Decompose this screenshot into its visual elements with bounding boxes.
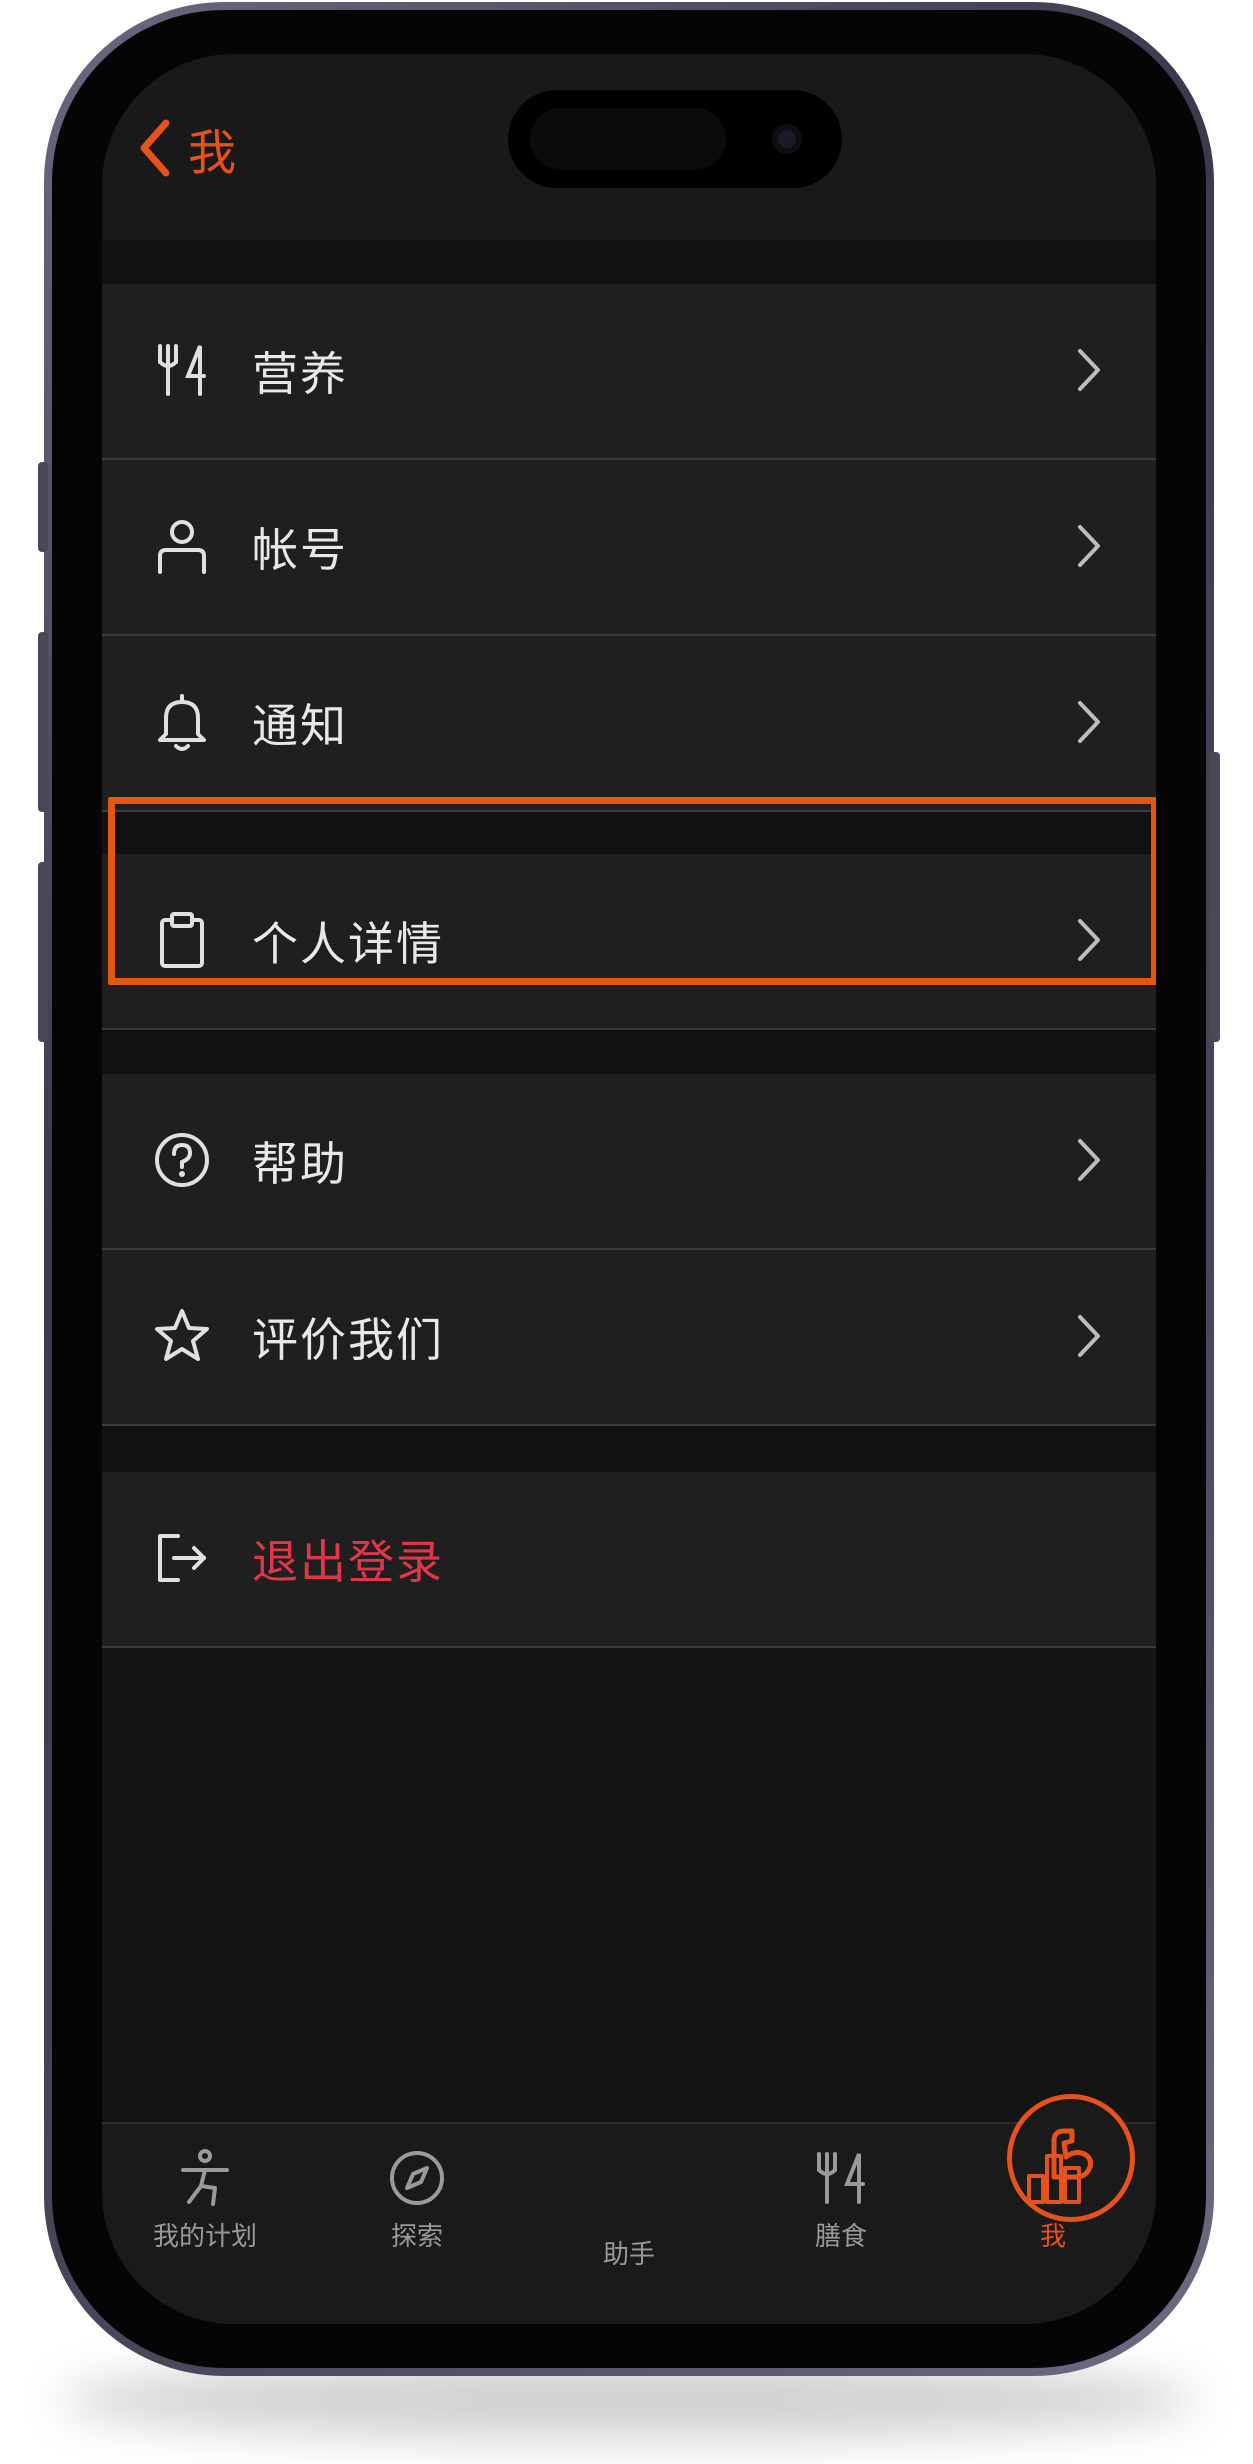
- chevron-right-icon: [1078, 701, 1100, 743]
- tab-label: 膳食: [814, 2222, 867, 2252]
- tab-meals[interactable]: 膳食: [756, 2148, 926, 2253]
- bell-icon: [158, 694, 206, 751]
- tab-label: 探索: [390, 2222, 443, 2252]
- logout-label: 退出登录: [252, 1535, 444, 1589]
- compass-icon: [390, 2151, 444, 2205]
- workout-figure-icon: [181, 2149, 229, 2206]
- chevron-right-icon: [1078, 349, 1100, 391]
- menu-item-account[interactable]: 帐号: [102, 460, 1156, 636]
- highlight-box: [108, 797, 1156, 985]
- logout-icon: [158, 1534, 206, 1582]
- tab-bar: 我的计划 探索 助手 膳食 我: [102, 2094, 1156, 2324]
- power-button: [1210, 752, 1220, 1042]
- back-button[interactable]: 我: [138, 108, 236, 188]
- tab-explore[interactable]: 探索: [332, 2148, 502, 2253]
- chevron-right-icon: [1078, 525, 1100, 567]
- section-gap: [102, 240, 1156, 284]
- back-label: 我: [188, 125, 237, 181]
- tab-assistant[interactable]: 助手: [544, 2094, 1135, 2271]
- menu-item-help[interactable]: 帮助: [102, 1074, 1156, 1250]
- mute-switch: [38, 462, 48, 552]
- chevron-right-icon: [1078, 1315, 1100, 1357]
- menu-item-label: 帮助: [252, 1137, 348, 1191]
- menu-item-logout[interactable]: 退出登录: [102, 1472, 1156, 1648]
- bar-chart-icon: [1027, 2154, 1081, 2204]
- phone-frame: 我 营养 帐号 通知 个人详情 帮助 评价我们 退出登录 我的计划 探索 助手 …: [38, 2, 1220, 2376]
- section-gap: [102, 1426, 1156, 1472]
- chevron-left-icon: [140, 119, 170, 177]
- menu-item-rate-us[interactable]: 评价我们: [102, 1250, 1156, 1426]
- tab-label: 助手: [602, 2240, 655, 2270]
- tab-my-plan[interactable]: 我的计划: [120, 2148, 290, 2253]
- tab-label: 我的计划: [152, 2222, 257, 2252]
- volume-up-button: [38, 632, 48, 812]
- star-icon: [155, 1309, 209, 1361]
- fork-knife-icon: [158, 344, 206, 396]
- volume-down-button: [38, 862, 48, 1042]
- fork-knife-icon: [817, 2152, 865, 2204]
- chevron-right-icon: [1078, 1139, 1100, 1181]
- menu-item-label: 营养: [252, 347, 348, 401]
- menu-item-label: 评价我们: [252, 1313, 444, 1367]
- menu-item-label: 帐号: [252, 523, 348, 577]
- person-icon: [158, 520, 206, 574]
- tab-label: 我: [1039, 2222, 1066, 2252]
- question-circle-icon: [155, 1133, 209, 1187]
- menu-item-nutrition[interactable]: 营养: [102, 284, 1156, 460]
- menu-item-label: 通知: [252, 699, 348, 753]
- bezel: 我 营养 帐号 通知 个人详情 帮助 评价我们 退出登录 我的计划 探索 助手 …: [52, 10, 1206, 2368]
- section-gap: [102, 1030, 1156, 1074]
- menu-item-notifications[interactable]: 通知: [102, 636, 1156, 812]
- dynamic-island: [508, 90, 842, 188]
- screen: 我 营养 帐号 通知 个人详情 帮助 评价我们 退出登录 我的计划 探索 助手 …: [102, 54, 1156, 2324]
- tab-me[interactable]: 我: [968, 2148, 1138, 2253]
